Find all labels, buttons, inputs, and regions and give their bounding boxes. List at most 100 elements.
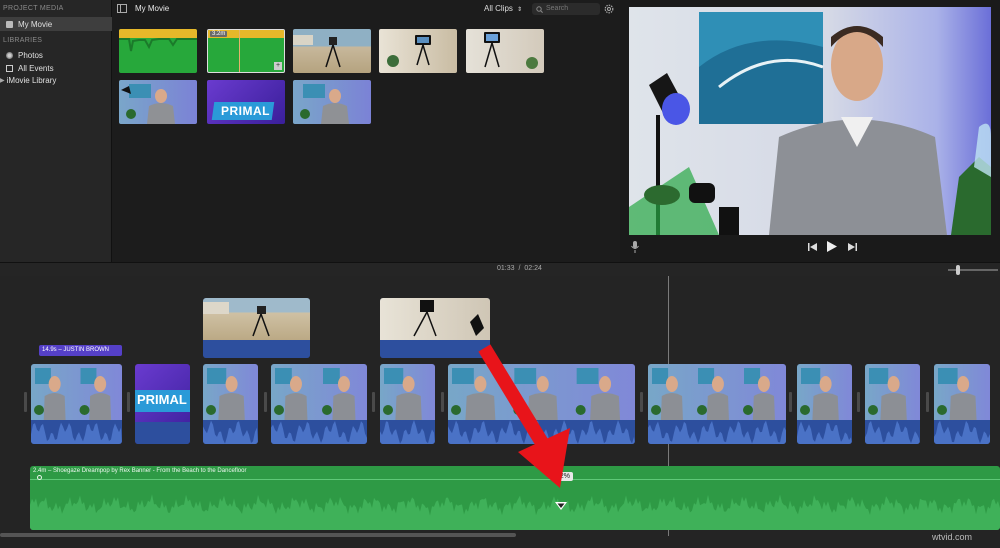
phone-tripod-image bbox=[484, 32, 538, 69]
video-clip[interactable] bbox=[271, 364, 367, 444]
clip-audio-waveform bbox=[31, 420, 122, 444]
presenter-thumbnail bbox=[380, 364, 435, 420]
clip-audio-waveform bbox=[380, 420, 435, 444]
clip-thumbnail-music[interactable] bbox=[119, 29, 197, 73]
sidebar-toggle-icon[interactable] bbox=[117, 4, 127, 13]
sidebar-item-label: All Events bbox=[18, 63, 54, 73]
media-browser: My Movie All Clips ⇕ Search 3.2m + PRIMA… bbox=[112, 0, 620, 262]
video-preview[interactable] bbox=[629, 7, 991, 235]
events-icon bbox=[6, 64, 13, 72]
timeline: 14.9s – JUSTIN BROWN PRIMAL 2.4m – Shoeg… bbox=[0, 276, 1000, 548]
presenter-thumbnail bbox=[934, 364, 990, 420]
fade-handle[interactable] bbox=[37, 475, 42, 480]
video-clip[interactable] bbox=[934, 364, 990, 444]
presenter-thumbnail bbox=[648, 364, 786, 420]
film-icon bbox=[6, 20, 13, 28]
primal-title-text: PRIMAL bbox=[221, 104, 270, 118]
clip-audio-waveform bbox=[797, 420, 852, 444]
clip-audio-waveform bbox=[271, 420, 367, 444]
presenter-thumbnail bbox=[865, 364, 920, 420]
sidebar-item-imovie-library[interactable]: ▶ iMovie Library bbox=[0, 73, 112, 87]
video-clip[interactable] bbox=[797, 364, 852, 444]
clip-filter-select[interactable]: All Clips ⇕ bbox=[484, 4, 522, 13]
red-arrow-annotation bbox=[478, 344, 570, 488]
clip-duration-badge: 3.2m bbox=[210, 31, 228, 37]
clip-audio-waveform bbox=[203, 420, 258, 444]
clip-thumbnail-tripod-phone-2[interactable] bbox=[466, 29, 544, 73]
imovie-window: PROJECT MEDIA My Movie LIBRARIES Photos … bbox=[0, 0, 1000, 548]
sidebar: PROJECT MEDIA My Movie LIBRARIES Photos … bbox=[0, 0, 112, 262]
video-clip[interactable] bbox=[380, 364, 435, 444]
skip-back-icon[interactable] bbox=[808, 243, 817, 251]
transition-marker[interactable] bbox=[372, 392, 375, 412]
waveform bbox=[119, 38, 197, 52]
clip-filter-label: All Clips bbox=[484, 4, 513, 13]
presenter-thumbnail bbox=[31, 364, 122, 420]
transition-marker[interactable] bbox=[640, 392, 643, 412]
search-icon bbox=[536, 6, 543, 13]
transition-marker[interactable] bbox=[441, 392, 444, 412]
search-input[interactable]: Search bbox=[532, 3, 600, 15]
clip-thumbnail-tripod-phone[interactable] bbox=[379, 29, 457, 73]
mic-icon[interactable] bbox=[631, 241, 639, 253]
transition-marker[interactable] bbox=[857, 392, 860, 412]
clip-audio-waveform bbox=[934, 420, 990, 444]
clip-thumbnail-tripod-outdoor[interactable] bbox=[293, 29, 371, 73]
presenter-frame bbox=[629, 12, 991, 235]
video-clip[interactable] bbox=[648, 364, 786, 444]
transition-marker[interactable] bbox=[24, 392, 27, 412]
sidebar-item-label: Photos bbox=[18, 50, 43, 60]
tripod-image bbox=[293, 35, 341, 68]
libraries-heading: LIBRARIES bbox=[3, 37, 43, 44]
volume-handle-icon[interactable] bbox=[555, 502, 567, 510]
viewer bbox=[620, 0, 1000, 262]
presenter-thumbnail bbox=[271, 364, 367, 420]
timeline-toolbar: 01:33 / 02:24 bbox=[0, 262, 1000, 276]
sidebar-item-my-movie[interactable]: My Movie bbox=[0, 17, 112, 31]
broll-clip-tripod-outdoor[interactable] bbox=[203, 298, 310, 358]
clip-thumbnail-presenter-2[interactable] bbox=[293, 80, 371, 124]
transition-marker[interactable] bbox=[127, 392, 130, 412]
title-clip[interactable]: 14.9s – JUSTIN BROWN bbox=[39, 345, 122, 356]
tripod-image bbox=[203, 302, 270, 337]
photos-icon bbox=[6, 51, 13, 59]
horizontal-scrollbar[interactable] bbox=[0, 533, 516, 537]
video-clip-primal[interactable]: PRIMAL bbox=[135, 364, 190, 444]
video-clip[interactable] bbox=[31, 364, 122, 444]
playhead-marker bbox=[239, 30, 240, 72]
clip-thumbnail-presenter-1[interactable] bbox=[119, 80, 197, 124]
total-time: 02:24 bbox=[524, 265, 542, 272]
project-media-heading: PROJECT MEDIA bbox=[3, 5, 64, 12]
sidebar-item-label: iMovie Library bbox=[6, 75, 57, 85]
settings-gear-icon[interactable] bbox=[604, 4, 614, 14]
clip-thumbnail-primal[interactable]: PRIMAL bbox=[207, 80, 285, 124]
primal-title-text: PRIMAL bbox=[137, 392, 187, 407]
transition-marker[interactable] bbox=[926, 392, 929, 412]
sidebar-item-photos[interactable]: Photos bbox=[0, 48, 112, 62]
current-time: 01:33 bbox=[497, 265, 515, 272]
phone-tripod-image bbox=[387, 35, 431, 67]
presenter-thumbnail bbox=[203, 364, 258, 420]
transition-marker[interactable] bbox=[264, 392, 267, 412]
skip-forward-icon[interactable] bbox=[848, 243, 857, 251]
clip-audio-waveform bbox=[648, 420, 786, 444]
browser-title: My Movie bbox=[135, 4, 170, 13]
chevron-updown-icon: ⇕ bbox=[517, 7, 523, 13]
add-to-timeline-icon[interactable]: + bbox=[274, 62, 282, 70]
video-clip[interactable] bbox=[865, 364, 920, 444]
chevron-right-icon[interactable]: ▶ bbox=[0, 77, 5, 84]
presenter-thumbnail bbox=[797, 364, 852, 420]
timecode: 01:33 / 02:24 bbox=[497, 265, 542, 272]
transition-marker[interactable] bbox=[789, 392, 792, 412]
music-waveform bbox=[30, 494, 1000, 530]
clip-thumbnail-music-selected[interactable]: 3.2m + bbox=[207, 29, 285, 73]
video-clip[interactable] bbox=[203, 364, 258, 444]
time-separator: / bbox=[518, 265, 521, 272]
play-icon[interactable] bbox=[827, 241, 837, 252]
phone-tripod-image bbox=[413, 300, 484, 337]
search-placeholder: Search bbox=[546, 5, 569, 12]
music-clip-label: 2.4m – Shoegaze Dreampop by Rex Banner -… bbox=[33, 468, 247, 474]
zoom-slider[interactable] bbox=[948, 265, 998, 275]
zoom-slider-knob[interactable] bbox=[956, 265, 960, 275]
presenter-image bbox=[300, 84, 349, 124]
